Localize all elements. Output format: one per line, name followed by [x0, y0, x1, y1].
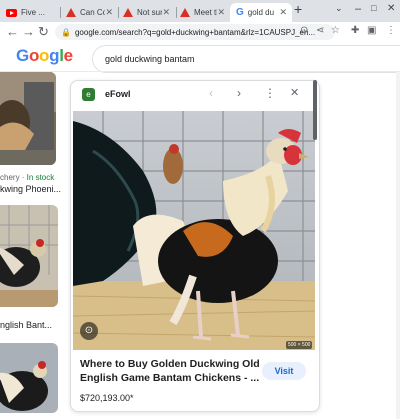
tab-can-co[interactable]: Can Co ✕: [66, 3, 118, 22]
result-thumbnail[interactable]: [0, 205, 58, 307]
site-favicon: e: [82, 88, 95, 101]
side-panel-icon[interactable]: ▣: [367, 25, 376, 36]
in-stock-label: In stock: [26, 173, 55, 182]
store-line: chery · In stock: [0, 173, 55, 182]
menu-icon[interactable]: ⋮: [386, 25, 396, 36]
google-lens-icon[interactable]: ⊙: [300, 25, 308, 36]
tab-five[interactable]: Five ...: [6, 3, 58, 22]
tab-divider: [60, 7, 61, 18]
result-title-link[interactable]: Where to Buy Golden Duckwing Old English…: [80, 357, 260, 385]
golden-duckwing-rooster-image: [72, 111, 316, 350]
google-icon: G: [236, 7, 244, 18]
lens-search-icon[interactable]: ⊙: [80, 322, 98, 340]
result-title[interactable]: nglish Bant...: [0, 320, 52, 330]
tab-divider: [118, 7, 119, 18]
rooster-image: [0, 205, 58, 307]
rooster-image: [0, 343, 58, 413]
tab-search-icon[interactable]: ⌄: [335, 3, 343, 14]
result-thumbnail[interactable]: [0, 72, 56, 165]
reload-icon[interactable]: ↻: [38, 24, 49, 40]
more-options-icon[interactable]: ⋮: [264, 86, 276, 100]
visit-button[interactable]: Visit: [262, 362, 306, 380]
tab-title: gold du: [247, 8, 275, 17]
tab-gold-du[interactable]: G gold du ✕: [230, 3, 292, 22]
price-label: $720,193.00*: [80, 393, 134, 403]
youtube-icon: [6, 8, 17, 17]
close-icon[interactable]: ✕: [290, 86, 299, 99]
minimize-icon[interactable]: –: [355, 3, 361, 15]
google-logo[interactable]: Google: [16, 46, 73, 66]
rooster-image: [0, 72, 56, 165]
close-window-icon[interactable]: ✕: [387, 3, 395, 14]
tab-title: Five ...: [21, 8, 46, 17]
close-tab-icon[interactable]: ✕: [217, 7, 225, 18]
site-name[interactable]: eFowl: [105, 89, 131, 99]
next-icon[interactable]: ›: [237, 86, 241, 100]
search-query: gold duckwing bantam: [105, 54, 195, 64]
previous-icon[interactable]: ‹: [209, 86, 213, 100]
warning-icon: [123, 8, 133, 17]
url-text: google.com/search?q=gold+duckwing+bantam…: [74, 27, 316, 37]
forward-icon[interactable]: →: [22, 24, 35, 39]
tab-not-sur[interactable]: Not sur ✕: [123, 3, 175, 22]
result-title[interactable]: kwing Phoeni...: [0, 184, 61, 194]
warning-icon: [180, 8, 190, 17]
search-input[interactable]: gold duckwing bantam: [92, 45, 400, 73]
header-divider: [0, 71, 400, 72]
tab-meet-th[interactable]: Meet th ✕: [180, 3, 230, 22]
warning-icon: [66, 8, 76, 17]
close-tab-icon[interactable]: ✕: [105, 7, 113, 18]
close-tab-icon[interactable]: ✕: [162, 7, 170, 18]
panel-scrollbar[interactable]: [313, 80, 317, 140]
extensions-icon[interactable]: ✚: [351, 25, 359, 36]
preview-image[interactable]: [72, 111, 316, 350]
lock-icon: 🔒: [61, 27, 71, 37]
image-size-badge: 500 × 500: [286, 341, 313, 349]
share-icon[interactable]: ⋖: [316, 25, 324, 36]
close-tab-icon[interactable]: ✕: [279, 7, 287, 18]
new-tab-button[interactable]: +: [294, 1, 302, 17]
page-scrollbar-track[interactable]: [396, 72, 400, 419]
back-icon[interactable]: ←: [6, 24, 19, 39]
tab-title: Can Co: [80, 8, 106, 17]
bookmark-star-icon[interactable]: ☆: [331, 25, 340, 36]
address-bar[interactable]: 🔒 google.com/search?q=gold+duckwing+bant…: [55, 24, 335, 40]
tab-title: Not sur: [137, 8, 163, 17]
maximize-icon[interactable]: □: [371, 3, 376, 13]
result-thumbnail[interactable]: [0, 343, 58, 413]
tab-title: Meet th: [194, 8, 217, 17]
tab-divider: [176, 7, 177, 18]
